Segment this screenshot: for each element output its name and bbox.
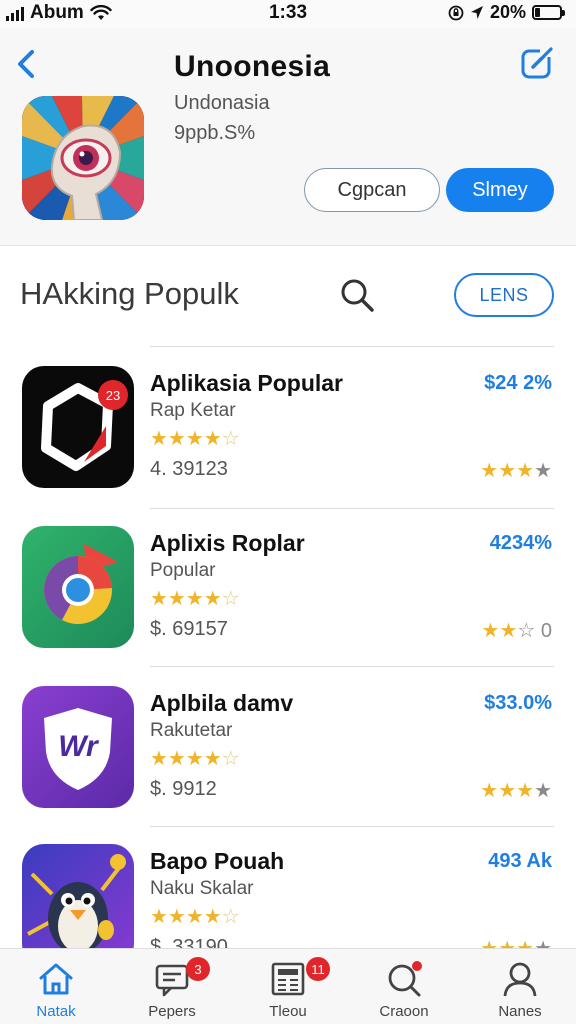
featured-app-icon[interactable] (22, 96, 144, 220)
app-price[interactable]: $33.0% (484, 692, 552, 715)
star-rating-icon: ★★★★☆ (150, 428, 240, 450)
user-rating-icon: ★★★★ (480, 460, 552, 482)
battery-fill (535, 8, 540, 17)
profile-icon (503, 962, 537, 997)
app-category: Rakutetar (150, 720, 233, 741)
notification-badge: 11 (306, 957, 330, 981)
home-icon (39, 963, 73, 995)
app-list-item[interactable]: Wr Aplbila damv Rakutetar ★★★★☆ $. 9912 … (0, 686, 576, 846)
app-icon-hexagon: 23 (22, 366, 134, 488)
app-category: Naku Skalar (150, 878, 254, 899)
app-name: Aplixis Roplar (150, 530, 305, 556)
browser-logo-icon (44, 544, 118, 624)
back-icon[interactable] (12, 46, 42, 82)
status-right: 20% (448, 2, 565, 23)
tab-label: Natak (36, 1003, 76, 1020)
page-title: Unoonesia (174, 50, 331, 83)
battery-percent: 20% (489, 2, 526, 22)
app-meta: $. 9912 (150, 778, 217, 800)
app-price[interactable]: 493 Ak (488, 850, 552, 873)
app-price[interactable]: $24 2% (484, 372, 552, 395)
app-price[interactable]: 4234% (490, 532, 552, 555)
star-rating-icon: ★★★★☆ (150, 748, 240, 770)
notification-badge: 3 (186, 957, 210, 981)
tab-bar: Natak 3 Pepers 11 Tleou Craoon Nanes (0, 948, 576, 1024)
tab-profile[interactable]: Nanes (470, 949, 570, 1024)
user-rating-icon: ★★★★ (480, 780, 552, 802)
app-badge: 23 (98, 380, 128, 410)
divider (150, 666, 554, 667)
app-category: Rap Ketar (150, 400, 236, 421)
app-name: Aplbila damv (150, 690, 294, 716)
star-rating-icon: ★★★★☆ (150, 588, 240, 610)
user-rating-icon: ★★☆ 0 (481, 620, 552, 642)
app-icon-shield: Wr (22, 686, 134, 808)
divider (150, 346, 554, 347)
app-name: Bapo Pouah (150, 848, 285, 874)
status-bar: Abum 1:33 20% (0, 0, 576, 28)
app-name: Aplikasia Popular (150, 370, 344, 396)
app-icon-browser (22, 526, 134, 648)
news-icon (271, 962, 305, 996)
orientation-lock-icon (448, 5, 464, 20)
tab-label: Tleou (269, 1003, 307, 1020)
app-header: Unoonesia Undonasia 9ppb.S% Cgpcan Slmey (0, 28, 576, 246)
tab-messages[interactable]: 3 Pepers (122, 949, 222, 1024)
app-meta: 4. 39123 (150, 458, 228, 480)
featured-app-size: 9ppb.S% (174, 122, 256, 144)
app-list-item[interactable]: 23 Aplikasia Popular Rap Ketar ★★★★☆ 4. … (0, 366, 576, 526)
tab-home[interactable]: Natak (6, 949, 106, 1024)
shield-logo-text: Wr (58, 730, 98, 763)
tab-news[interactable]: 11 Tleou (238, 949, 338, 1024)
tab-label: Craoon (379, 1003, 429, 1020)
search-icon[interactable] (338, 276, 376, 314)
battery-icon (532, 5, 565, 20)
app-list-item[interactable]: Aplixis Roplar Popular ★★★★☆ $. 69157 42… (0, 526, 576, 686)
primary-action-button[interactable]: Slmey (446, 168, 554, 212)
tab-label: Pepers (148, 1003, 196, 1020)
secondary-action-button[interactable]: Cgpcan (304, 168, 440, 212)
app-category: Popular (150, 560, 216, 581)
tab-label: Nanes (498, 1003, 542, 1020)
star-rating-icon: ★★★★☆ (150, 906, 240, 928)
app-meta: $. 69157 (150, 618, 228, 640)
lens-button[interactable]: LENS (454, 273, 554, 317)
tab-search[interactable]: Craoon (354, 949, 454, 1024)
featured-app-subtitle: Undonasia (174, 92, 270, 114)
divider (150, 508, 554, 509)
section-title: HAkking Populk (20, 276, 239, 311)
notification-dot (412, 961, 422, 971)
edit-icon[interactable] (520, 46, 554, 80)
location-icon (470, 5, 483, 19)
divider (150, 826, 554, 827)
eye-artwork-icon (22, 96, 144, 220)
